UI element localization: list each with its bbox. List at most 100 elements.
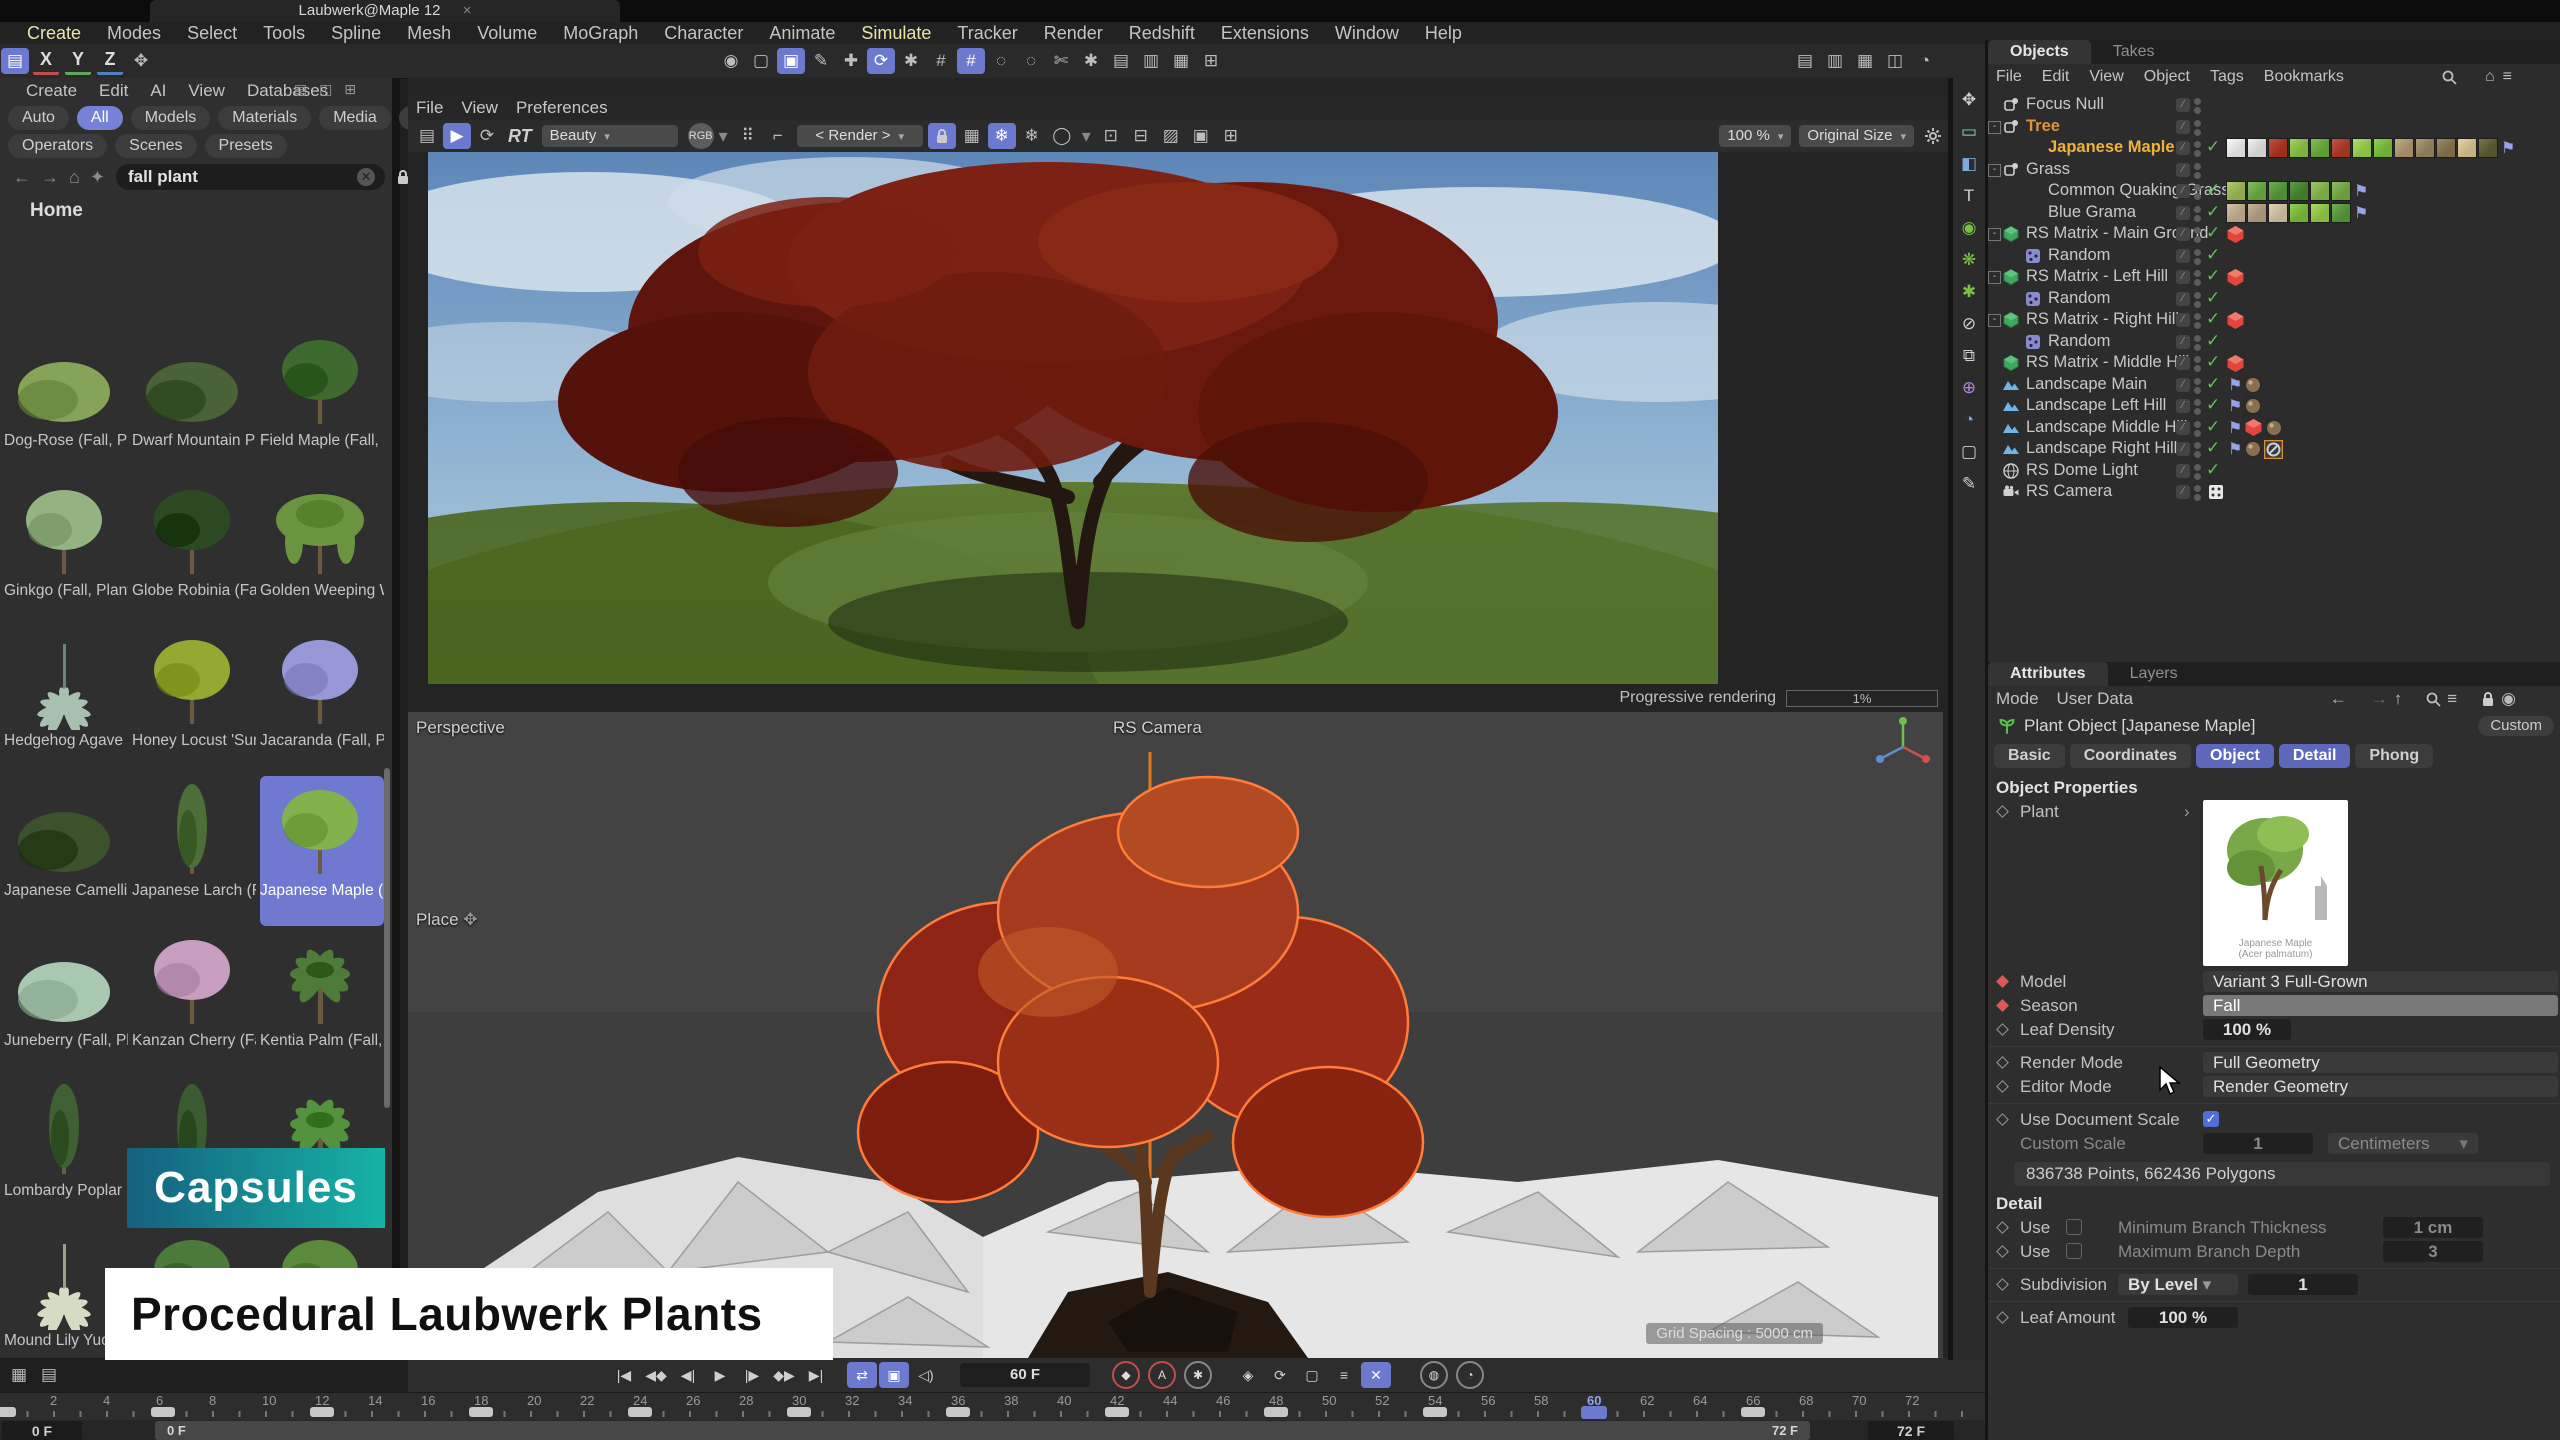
sync-icon[interactable]: ◔	[1911, 48, 1939, 74]
tree-row-common-quaking-grass[interactable]: Common Quaking Grass⁄✓⚑	[1988, 180, 2560, 202]
menu-window[interactable]: Window	[1322, 23, 1412, 44]
visibility-dots[interactable]	[2194, 119, 2201, 137]
material-swatch[interactable]	[2331, 138, 2351, 158]
compare-circle-icon[interactable]: ◯	[1048, 123, 1076, 149]
material-tag[interactable]	[2265, 419, 2283, 437]
flag-tag-icon[interactable]: ⚑	[2228, 375, 2242, 395]
enabled-check-icon[interactable]: ✓	[2206, 438, 2220, 458]
tree-row-landscape-left-hill[interactable]: Landscape Left Hill⁄✓⚑	[1988, 395, 2560, 417]
close-icon[interactable]: ×	[463, 2, 472, 19]
rt-label[interactable]: RT	[508, 126, 532, 147]
visibility-dots[interactable]	[2194, 355, 2201, 373]
menu-tools[interactable]: Tools	[250, 23, 318, 44]
material-swatch[interactable]	[2247, 203, 2267, 223]
edit-toggle-icon[interactable]: ⁄	[2176, 184, 2190, 198]
visibility-dots[interactable]	[2194, 205, 2201, 223]
render-settings-icon[interactable]: ▣	[777, 48, 805, 74]
edit-toggle-icon[interactable]: ⁄	[2176, 98, 2190, 112]
edit-toggle-icon[interactable]: ⁄	[2176, 464, 2190, 478]
model-select[interactable]: Variant 3 Full-Grown	[2203, 971, 2558, 992]
layout-rows-icon[interactable]: ▤	[35, 1362, 63, 1388]
custom-scale-field[interactable]: 1	[2203, 1133, 2313, 1154]
motion-b-icon[interactable]: ◔	[1456, 1361, 1484, 1389]
edit-toggle-icon[interactable]: ⁄	[2176, 335, 2190, 349]
asset-browser-view-icons[interactable]: ▤ ◫ ⊞	[294, 81, 360, 98]
grid-icon[interactable]: #	[927, 48, 955, 74]
material-swatch[interactable]	[2331, 203, 2351, 223]
asset-tile[interactable]: Jacaranda (Fall, Plant)	[260, 626, 384, 776]
edit-toggle-icon[interactable]: ⁄	[2176, 356, 2190, 370]
layout-panel-icon[interactable]: ▤	[1, 48, 29, 74]
redshift-tag-icon[interactable]	[2226, 354, 2245, 373]
key-rotation-icon[interactable]: ⟳	[1265, 1362, 1295, 1388]
material-swatch[interactable]	[2310, 181, 2330, 201]
text-tool-icon[interactable]: T	[1955, 183, 1983, 209]
axis-lock-y[interactable]: Y	[65, 48, 91, 75]
filter-auto[interactable]: Auto	[8, 106, 69, 130]
tree-row-japanese-maple[interactable]: Japanese Maple⁄✓⚑	[1988, 137, 2560, 159]
material-swatch[interactable]	[2289, 138, 2309, 158]
asset-tile[interactable]: Hedgehog Agave (Fall...	[4, 626, 128, 776]
material-swatch[interactable]	[2226, 138, 2246, 158]
star-icon[interactable]: ✦	[90, 167, 105, 188]
visibility-dots[interactable]	[2194, 226, 2201, 244]
visibility-dots[interactable]	[2194, 377, 2201, 395]
snapshot-g-icon[interactable]: ❄	[1018, 123, 1046, 149]
snapshot-icon[interactable]: ❄	[988, 123, 1016, 149]
material-swatch[interactable]	[2289, 181, 2309, 201]
visibility-dots[interactable]	[2194, 441, 2201, 459]
edit-toggle-icon[interactable]: ⁄	[2176, 292, 2190, 306]
home-icon[interactable]: ⌂	[69, 167, 80, 188]
range-end-field[interactable]: 72 F	[1868, 1421, 1954, 1440]
pass-select[interactable]: Beauty▾	[542, 125, 678, 147]
keyframe-marker[interactable]	[628, 1407, 652, 1417]
rgb-channel-icon[interactable]: RGB	[688, 123, 714, 149]
attr-tab-object[interactable]: Object	[2196, 744, 2274, 768]
knife-icon[interactable]: ✄	[1047, 48, 1075, 74]
filter-scenes[interactable]: Scenes	[115, 134, 196, 158]
editor-mode-select[interactable]: Render Geometry	[2203, 1076, 2558, 1097]
custom-scale-unit-select[interactable]: Centimeters ▾	[2328, 1133, 2478, 1154]
editor-viewport[interactable]: Perspective RS Camera Place ✥ Grid Spaci…	[408, 712, 1943, 1358]
tree-row-landscape-main[interactable]: Landscape Main⁄✓⚑	[1988, 374, 2560, 396]
up-icon[interactable]: ↑	[2394, 689, 2403, 709]
material-swatch[interactable]	[2226, 203, 2246, 223]
season-select[interactable]: Fall	[2203, 995, 2558, 1016]
edit-toggle-icon[interactable]: ⁄	[2176, 270, 2190, 284]
redshift-tag-icon[interactable]	[2244, 418, 2263, 437]
filter-media[interactable]: Media	[319, 106, 391, 130]
visibility-dots[interactable]	[2194, 269, 2201, 287]
flag-tag-icon[interactable]: ⚑	[2228, 418, 2242, 438]
material-swatch[interactable]	[2310, 203, 2330, 223]
display-tag-icon[interactable]	[2208, 484, 2224, 500]
filter-icon[interactable]: ≡	[2503, 68, 2512, 86]
edit-toggle-icon[interactable]: ⁄	[2176, 399, 2190, 413]
custom-button[interactable]: Custom	[2478, 716, 2554, 736]
axis-mode-icon[interactable]: ✥	[127, 48, 155, 74]
render-select[interactable]: < Render >▾	[797, 125, 923, 147]
redshift-tag-icon[interactable]	[2226, 268, 2245, 287]
tree-row-landscape-middle-hill[interactable]: Landscape Middle Hill⁄✓⚑	[1988, 417, 2560, 439]
edit-toggle-icon[interactable]: ⁄	[2176, 227, 2190, 241]
prev-frame-button[interactable]: ◀|	[673, 1362, 703, 1388]
viewport-camera-label[interactable]: RS Camera	[1113, 718, 1202, 738]
tree-row-landscape-right-hill[interactable]: Landscape Right Hill⁄✓⚑	[1988, 438, 2560, 460]
edit-toggle-icon[interactable]: ⁄	[2176, 421, 2190, 435]
size-select[interactable]: Original Size▾	[1799, 125, 1914, 147]
motion-a-icon[interactable]: ◍	[1420, 1361, 1448, 1389]
keyframe-marker[interactable]	[1105, 1407, 1129, 1417]
tree-row-random[interactable]: Random⁄✓	[1988, 245, 2560, 267]
visibility-dots[interactable]	[2194, 334, 2201, 352]
edit-toggle-icon[interactable]: ⁄	[2176, 442, 2190, 456]
target-icon[interactable]: ◉	[2501, 689, 2516, 709]
material-swatch[interactable]	[2436, 138, 2456, 158]
expand-icon[interactable]: -	[1988, 314, 2001, 327]
document-tab[interactable]: Laubwerk@Maple 12 ×	[150, 0, 620, 22]
visibility-dots[interactable]	[2194, 162, 2201, 180]
menu-tracker[interactable]: Tracker	[944, 23, 1030, 44]
sphere-tool-icon[interactable]: ◉	[1955, 215, 1983, 241]
keyframe-marker[interactable]	[0, 1407, 16, 1417]
edit-render-icon[interactable]: ✎	[807, 48, 835, 74]
asset-menu-ai[interactable]: AI	[150, 81, 166, 101]
subdivision-mode-select[interactable]: By Level ▾	[2118, 1274, 2238, 1295]
